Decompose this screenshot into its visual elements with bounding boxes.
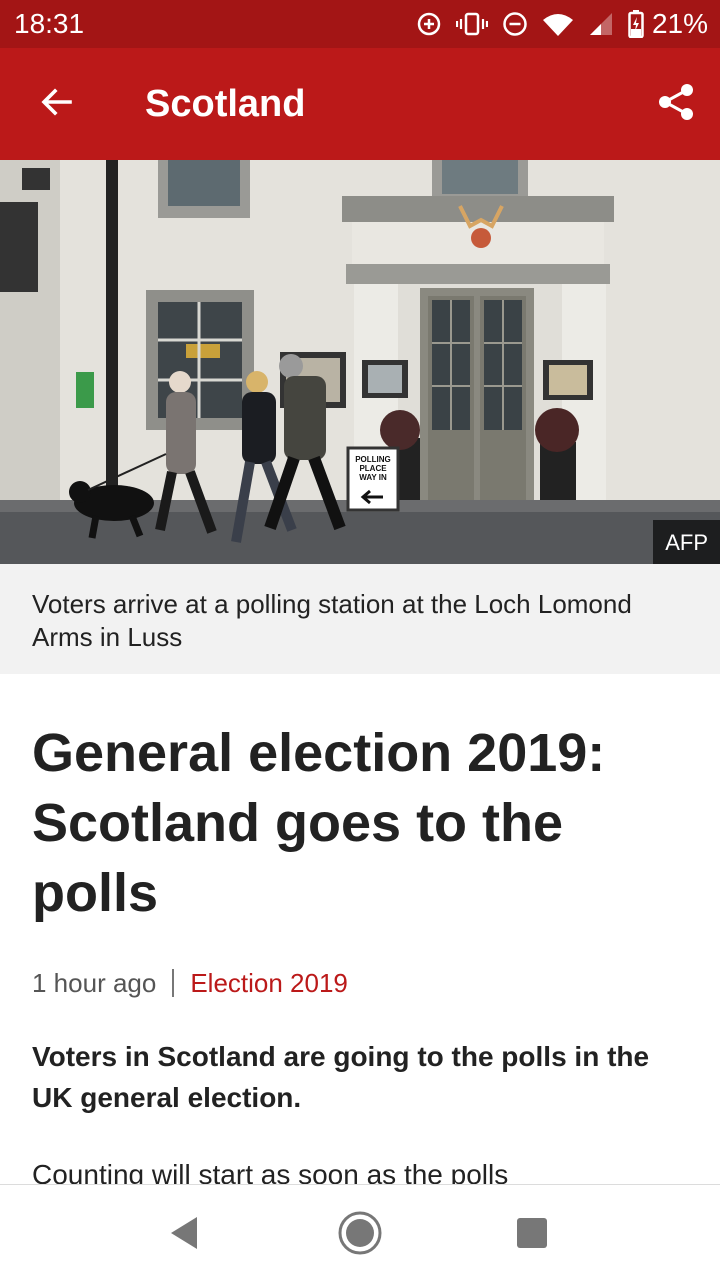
battery-percent: 21% [651, 8, 708, 39]
sign-line-1: POLLING [355, 455, 391, 464]
data-saver-icon [416, 11, 442, 37]
nav-recents-button[interactable] [506, 1209, 558, 1261]
published-time: 1 hour ago [32, 968, 157, 998]
wifi-icon [542, 11, 574, 37]
nav-back-button[interactable] [158, 1209, 210, 1261]
status-bar: 18:31 21% [0, 0, 720, 48]
do-not-disturb-icon [502, 11, 528, 37]
battery-charging-icon [628, 10, 644, 38]
nav-back-triangle-icon [167, 1215, 201, 1256]
photo-credit: AFP [653, 520, 720, 564]
arrow-back-icon [38, 84, 74, 125]
sign-line-2: PLACE [359, 464, 387, 473]
vibrate-icon [455, 11, 488, 37]
system-nav-bar [0, 1184, 720, 1281]
image-caption: Voters arrive at a polling station at th… [0, 564, 720, 674]
nav-recents-square-icon [516, 1217, 548, 1254]
article-meta: 1 hour ago Election 2019 [32, 966, 348, 1000]
share-icon [656, 82, 696, 127]
share-button[interactable] [648, 76, 704, 132]
back-button[interactable] [28, 76, 84, 132]
nav-home-circle-icon [337, 1210, 383, 1261]
polling-station-photo: POLLING PLACE WAY IN [0, 160, 720, 564]
app-bar: Scotland [0, 48, 720, 160]
section-title: Scotland [145, 83, 306, 125]
signal-icon [588, 11, 614, 37]
article-summary: Voters in Scotland are going to the poll… [32, 1041, 650, 1113]
status-time: 18:31 [14, 8, 85, 39]
nav-home-button[interactable] [334, 1209, 386, 1261]
sign-line-3: WAY IN [359, 473, 387, 482]
article-headline: General election 2019: Scotland goes to … [32, 723, 606, 923]
status-icons: 21% [416, 8, 708, 40]
hero-image: POLLING PLACE WAY IN AFP [0, 160, 720, 564]
meta-divider [172, 969, 175, 997]
topic-link[interactable]: Election 2019 [190, 966, 348, 1000]
